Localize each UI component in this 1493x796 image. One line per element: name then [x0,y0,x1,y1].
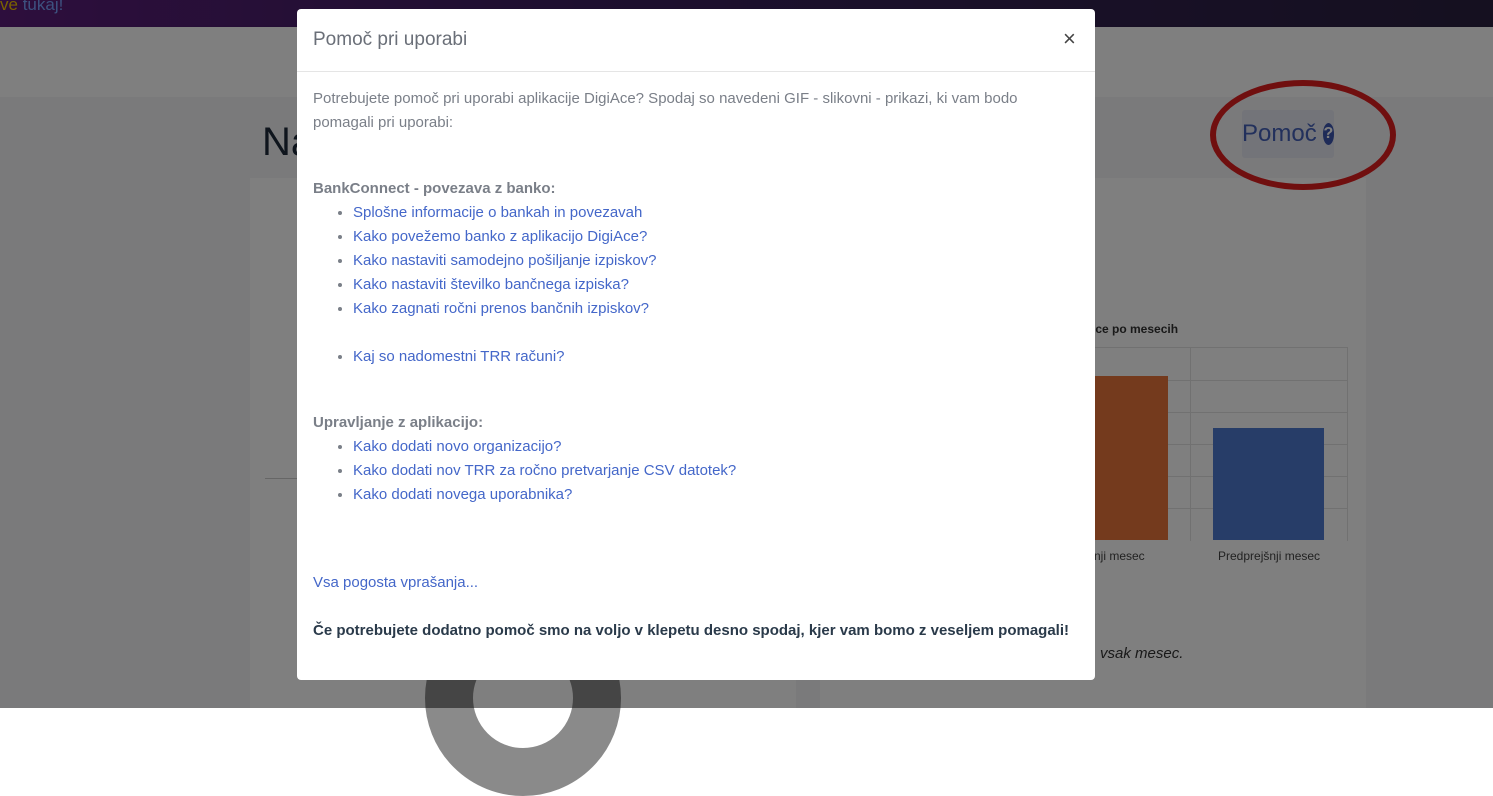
bank-links-list: Splošne informacije o bankah in povezava… [313,201,1073,321]
help-link[interactable]: Kako dodati novo organizacijo? [353,438,561,455]
list-item: Kako dodati nov TRR za ročno pretvarjanj… [353,459,1073,483]
help-link[interactable]: Kaj so nadomestni TRR računi? [353,348,565,365]
modal-header: Pomoč pri uporabi × [297,9,1095,72]
list-item: Splošne informacije o bankah in povezava… [353,201,1073,225]
close-icon[interactable]: × [1063,26,1076,52]
faq-link[interactable]: Vsa pogosta vprašanja... [313,574,478,591]
help-link[interactable]: Kako nastaviti samodejno pošiljanje izpi… [353,252,657,269]
list-item: Kako povežemo banko z aplikacijo DigiAce… [353,225,1073,249]
help-link[interactable]: Kako povežemo banko z aplikacijo DigiAce… [353,228,647,245]
app-page: ve tukaj! Na ice po mesecih šnji mesec P… [0,0,1493,796]
support-note: Če potrebujete dodatno pomoč smo na volj… [313,622,1069,639]
list-item: Kako dodati novega uporabnika? [353,483,1073,507]
list-item: Kako zagnati ročni prenos bančnih izpisk… [353,297,1073,321]
section-title-bank: BankConnect - povezava z banko: [313,180,556,197]
list-item: Kako nastaviti samodejno pošiljanje izpi… [353,249,1073,273]
bank-extra-list: Kaj so nadomestni TRR računi? [313,345,1073,369]
modal-title: Pomoč pri uporabi [313,29,468,50]
modal-body: Potrebujete pomoč pri uporabi aplikacije… [313,87,1073,643]
app-links-list: Kako dodati novo organizacijo? Kako doda… [313,435,1073,507]
help-link[interactable]: Kako zagnati ročni prenos bančnih izpisk… [353,300,649,317]
section-title-app: Upravljanje z aplikacijo: [313,414,484,431]
help-link[interactable]: Splošne informacije o bankah in povezava… [353,204,642,221]
help-link[interactable]: Kako nastaviti številko bančnega izpiska… [353,276,629,293]
list-item: Kako nastaviti številko bančnega izpiska… [353,273,1073,297]
intro-text: Potrebujete pomoč pri uporabi aplikacije… [313,90,1018,131]
help-link[interactable]: Kako dodati nov TRR za ročno pretvarjanj… [353,462,736,479]
help-link[interactable]: Kako dodati novega uporabnika? [353,486,572,503]
list-item: Kako dodati novo organizacijo? [353,435,1073,459]
help-modal: Pomoč pri uporabi × Potrebujete pomoč pr… [297,9,1095,680]
list-item: Kaj so nadomestni TRR računi? [353,345,1073,369]
